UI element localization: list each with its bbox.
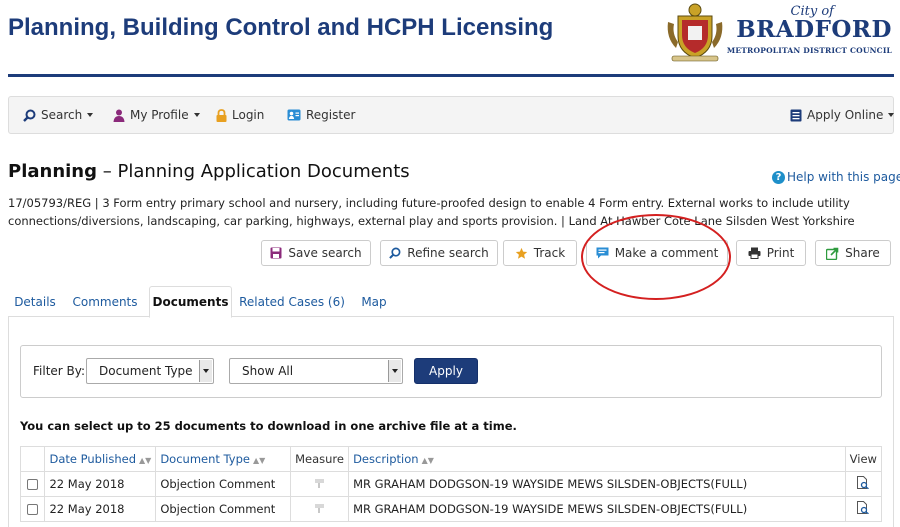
show-filter-select-value: Show All	[242, 364, 294, 378]
view-column-header: View	[844, 446, 883, 472]
printer-icon	[748, 247, 761, 259]
row-description: MR GRAHAM DODGSON-19 WAYSIDE MEWS SILSDE…	[348, 496, 846, 522]
documents-table: Date Published ▲▼ Document Type ▲▼ Measure…	[19, 446, 883, 522]
tab-map[interactable]: Map	[354, 286, 394, 317]
table-header-row: Date Published ▲▼ Document Type ▲▼ Measure…	[19, 446, 883, 472]
refine-search-label: Refine search	[407, 246, 489, 260]
question-icon: ?	[772, 170, 785, 184]
chevron-down-icon	[888, 113, 895, 117]
nav-my-profile-label: My Profile	[130, 108, 189, 122]
document-type-select[interactable]: Document Type	[86, 358, 214, 384]
dropdown-arrow-icon	[199, 360, 212, 382]
print-label: Print	[766, 246, 795, 260]
row-select-cell	[19, 496, 46, 522]
tab-bar: Details Comments Documents Related Cases…	[8, 286, 894, 318]
description-header-label: Description	[353, 452, 419, 466]
tab-documents[interactable]: Documents	[149, 286, 232, 318]
tab-related-cases[interactable]: Related Cases (6)	[236, 286, 348, 317]
filter-label: Filter By:	[33, 364, 86, 378]
tab-details[interactable]: Details	[8, 286, 62, 317]
top-navbar: Search My Profile Login Register Apply O…	[8, 96, 895, 134]
row-select-cell	[19, 471, 46, 497]
print-button[interactable]: Print	[736, 240, 806, 266]
user-icon	[113, 109, 125, 122]
view-document-icon[interactable]	[857, 476, 870, 490]
nav-login-link[interactable]: Login	[216, 97, 264, 133]
chevron-down-icon	[193, 113, 200, 117]
date-published-header-label: Date Published	[49, 452, 136, 466]
council-wordmark: City of BRADFORD METROPOLITAN DISTRICT C…	[727, 4, 896, 60]
select-column-header	[19, 446, 46, 472]
row-description: MR GRAHAM DODGSON-19 WAYSIDE MEWS SILSDE…	[348, 471, 846, 497]
save-search-button[interactable]: Save search	[261, 240, 371, 266]
sort-icon: ▲▼	[252, 456, 266, 465]
nav-register-label: Register	[306, 108, 356, 122]
chevron-down-icon	[87, 113, 94, 117]
page-title-subtitle: – Planning Application Documents	[97, 161, 410, 182]
download-limit-note: You can select up to 25 documents to dow…	[20, 419, 517, 433]
search-icon	[23, 109, 36, 122]
row-document-type: Objection Comment	[155, 496, 292, 522]
nav-apply-online-label: Apply Online	[807, 108, 884, 122]
row-measure-cell	[290, 496, 350, 522]
page-title-section: Planning	[8, 161, 98, 182]
nav-search-menu[interactable]: Search	[23, 97, 94, 133]
header-divider	[8, 74, 894, 77]
row-measure-cell	[290, 471, 350, 497]
track-label: Track	[533, 246, 566, 260]
apply-button[interactable]: Apply	[414, 358, 478, 384]
row-view-cell	[844, 496, 883, 522]
row-view-cell	[844, 471, 883, 497]
application-summary: 17/05793/REG | 3 Form entry primary scho…	[8, 196, 855, 228]
site-title: Planning, Building Control and HCPH Lice…	[8, 14, 554, 41]
date-published-column-header[interactable]: Date Published ▲▼	[44, 446, 157, 472]
view-document-icon[interactable]	[857, 501, 870, 515]
sort-icon: ▲▼	[421, 456, 434, 465]
nav-login-label: Login	[232, 108, 265, 122]
track-button[interactable]: Track	[503, 240, 577, 266]
row-document-type: Objection Comment	[155, 471, 292, 497]
table-row: 22 May 2018 Objection Comment MR GRAHAM …	[19, 496, 883, 522]
nav-my-profile-menu[interactable]: My Profile	[113, 97, 200, 133]
document-type-header-label: Document Type	[160, 452, 250, 466]
share-icon	[826, 247, 839, 260]
measure-icon[interactable]	[313, 502, 327, 514]
share-button[interactable]: Share	[815, 240, 891, 266]
document-list-icon	[790, 109, 802, 121]
page-title: Planning – Planning Application Document…	[8, 161, 410, 182]
help-link-label: Help with this page	[787, 170, 900, 184]
tab-comments[interactable]: Comments	[66, 286, 144, 317]
row-date: 22 May 2018	[44, 471, 157, 497]
brand-subtitle: METROPOLITAN DISTRICT COUNCIL	[726, 46, 892, 55]
share-label: Share	[845, 246, 880, 260]
council-crest-logo	[664, 2, 726, 62]
brand-name: BRADFORD	[736, 16, 892, 43]
sort-icon: ▲▼	[139, 456, 152, 465]
help-link[interactable]: ? Help with this page	[772, 170, 900, 184]
document-type-select-value: Document Type	[99, 364, 193, 378]
row-date: 22 May 2018	[44, 496, 157, 522]
row-select-checkbox[interactable]	[27, 504, 39, 515]
measure-icon[interactable]	[313, 477, 327, 489]
row-select-checkbox[interactable]	[27, 479, 39, 490]
star-icon	[515, 247, 527, 259]
description-column-header[interactable]: Description ▲▼	[348, 446, 846, 472]
nav-register-link[interactable]: Register	[287, 97, 355, 133]
save-icon	[270, 247, 282, 259]
show-filter-select[interactable]: Show All	[229, 358, 403, 384]
nav-apply-online-menu[interactable]: Apply Online	[790, 97, 895, 133]
document-type-column-header[interactable]: Document Type ▲▼	[155, 446, 292, 472]
lock-icon	[216, 108, 227, 122]
measure-column-header: Measure	[290, 446, 350, 472]
refine-search-button[interactable]: Refine search	[380, 240, 498, 266]
save-search-label: Save search	[288, 246, 362, 260]
search-icon	[389, 247, 401, 259]
dropdown-arrow-icon	[388, 360, 401, 382]
nav-search-label: Search	[41, 108, 83, 122]
table-row: 22 May 2018 Objection Comment MR GRAHAM …	[19, 471, 883, 497]
register-icon	[287, 109, 301, 121]
